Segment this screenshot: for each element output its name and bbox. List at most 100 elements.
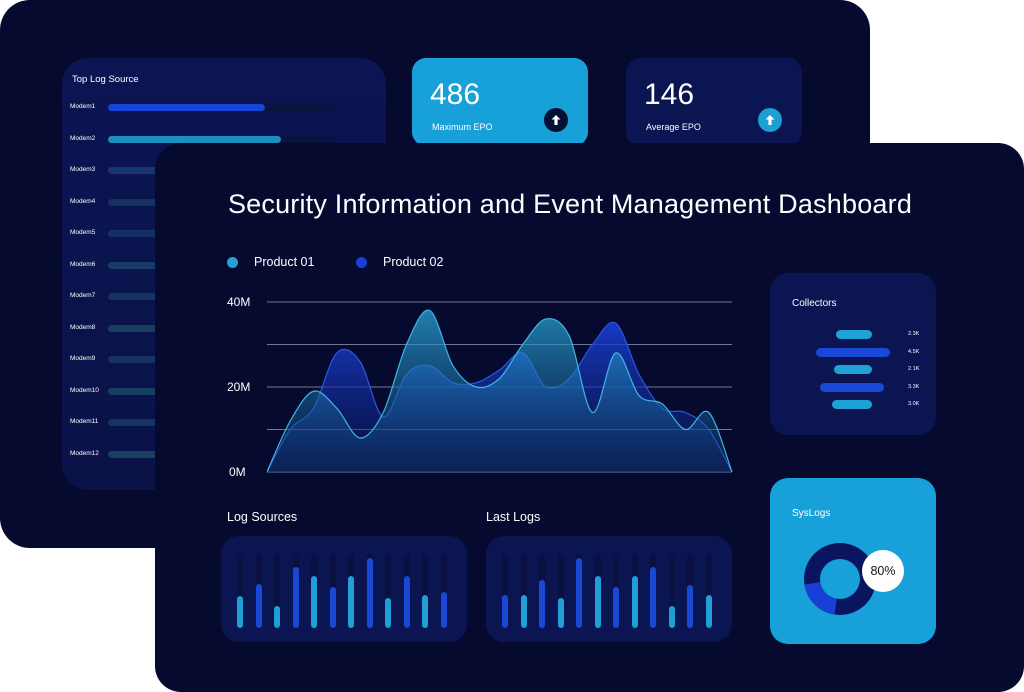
- bar-track: [502, 554, 508, 628]
- bar[interactable]: [539, 579, 545, 628]
- bar[interactable]: [311, 576, 317, 628]
- average-epo-card: 146 Average EPO: [626, 58, 802, 146]
- arrow-up-icon[interactable]: [758, 108, 782, 132]
- bar[interactable]: [613, 587, 619, 628]
- front-dashboard-panel: Security Information and Event Managemen…: [155, 143, 1024, 692]
- maximum-epo-label: Maximum EPO: [432, 122, 493, 132]
- bar[interactable]: [650, 567, 656, 628]
- bar[interactable]: [255, 583, 262, 628]
- modem-label: Modem6: [70, 260, 96, 268]
- bar-track: [292, 554, 299, 628]
- syslogs-card: SysLogs 80%: [770, 478, 936, 644]
- bar[interactable]: [687, 585, 693, 628]
- bar[interactable]: [520, 594, 527, 628]
- modem-bar: [108, 135, 282, 143]
- legend-dot-icon: [227, 256, 238, 268]
- bar[interactable]: [403, 576, 410, 628]
- bar-track: [255, 554, 262, 628]
- bar[interactable]: [440, 592, 447, 628]
- y-tick-label: 40M: [227, 295, 251, 309]
- bar[interactable]: [274, 605, 280, 628]
- bar-track: [613, 554, 619, 628]
- dashboard-title: Security Information and Event Managemen…: [227, 189, 913, 219]
- bar-track: [329, 554, 336, 628]
- bar-track: [668, 554, 675, 628]
- donut-hole: [820, 559, 860, 599]
- collector-bar: [816, 347, 890, 357]
- bar-track: [440, 554, 447, 628]
- collector-value: 2.3K: [908, 331, 920, 337]
- bar[interactable]: [366, 557, 373, 628]
- bar-track: [274, 554, 280, 628]
- collector-value: 3.0K: [908, 401, 920, 407]
- modem-label: Modem5: [70, 229, 96, 236]
- bar-track: [422, 554, 428, 628]
- log-sources-card: [221, 536, 467, 642]
- modem-label: Modem2: [70, 134, 96, 142]
- collectors-card: Collectors 2.3K 4.5K 2.1K 3.3K 3.0K: [770, 273, 936, 435]
- maximum-epo-value: 486: [430, 78, 481, 111]
- bar[interactable]: [557, 598, 564, 628]
- collector-bar: [820, 382, 884, 392]
- bar[interactable]: [422, 594, 428, 628]
- bar-track: [557, 554, 564, 628]
- bar-track: [385, 554, 391, 628]
- bar[interactable]: [631, 576, 638, 628]
- modem-label: Modem3: [70, 166, 96, 173]
- log-sources-title: Log Sources: [227, 510, 298, 524]
- y-tick-label: 20M: [227, 380, 251, 394]
- last-logs-title: Last Logs: [486, 510, 541, 524]
- top-log-source-title: Top Log Source: [72, 74, 139, 85]
- modem-label: Modem4: [70, 197, 96, 205]
- bar-track: [576, 554, 582, 628]
- collector-row[interactable]: 4.5K: [770, 347, 936, 358]
- modem-row[interactable]: Modem2: [62, 134, 386, 144]
- collector-row[interactable]: 2.3K: [770, 330, 936, 340]
- bar-track: [539, 554, 545, 628]
- legend-item-product-02[interactable]: Product 02: [356, 255, 443, 269]
- modem-label: Modem9: [70, 355, 96, 362]
- bar-track: [403, 554, 410, 628]
- bar[interactable]: [594, 576, 601, 628]
- bar[interactable]: [705, 594, 712, 628]
- modem-label: Modem11: [70, 418, 99, 425]
- collector-bar: [832, 400, 872, 409]
- collector-row[interactable]: 3.3K: [770, 382, 936, 393]
- area-chart: [267, 301, 733, 473]
- bar[interactable]: [385, 598, 391, 628]
- collector-row[interactable]: 3.0K: [770, 400, 936, 410]
- syslogs-percent: 80%: [862, 550, 904, 592]
- bar[interactable]: [502, 594, 508, 628]
- average-epo-value: 146: [644, 78, 695, 111]
- modem-label: Modem7: [70, 292, 96, 299]
- y-tick-label: 0M: [229, 465, 246, 479]
- modem-label: Modem12: [70, 449, 99, 457]
- bar[interactable]: [292, 567, 299, 628]
- collector-value: 2.1K: [908, 366, 920, 372]
- last-logs-card: [486, 536, 732, 642]
- legend-label: Product 02: [383, 255, 444, 269]
- modem-bar-track: [108, 104, 336, 111]
- bar[interactable]: [576, 557, 582, 628]
- modem-bar-track: [108, 135, 336, 143]
- collector-row[interactable]: 2.1K: [770, 365, 936, 375]
- bar-track: [237, 554, 243, 628]
- modem-row[interactable]: Modem1: [62, 102, 386, 112]
- bar[interactable]: [668, 605, 675, 628]
- collector-value: 4.5K: [908, 348, 920, 355]
- bar[interactable]: [237, 596, 243, 628]
- arrow-up-icon[interactable]: [544, 108, 568, 132]
- maximum-epo-card: 486 Maximum EPO: [412, 58, 588, 146]
- bar-track: [594, 554, 601, 628]
- bar-track: [705, 554, 712, 628]
- bar-track: [366, 554, 373, 628]
- modem-label: Modem8: [70, 323, 96, 331]
- bar-track: [520, 554, 527, 628]
- collectors-title: Collectors: [792, 298, 837, 309]
- legend-item-product-01[interactable]: Product 01: [227, 255, 314, 269]
- modem-label: Modem10: [70, 386, 99, 394]
- bar[interactable]: [329, 587, 336, 628]
- bar[interactable]: [348, 576, 354, 628]
- modem-label: Modem1: [70, 103, 96, 110]
- bar-track: [650, 554, 656, 628]
